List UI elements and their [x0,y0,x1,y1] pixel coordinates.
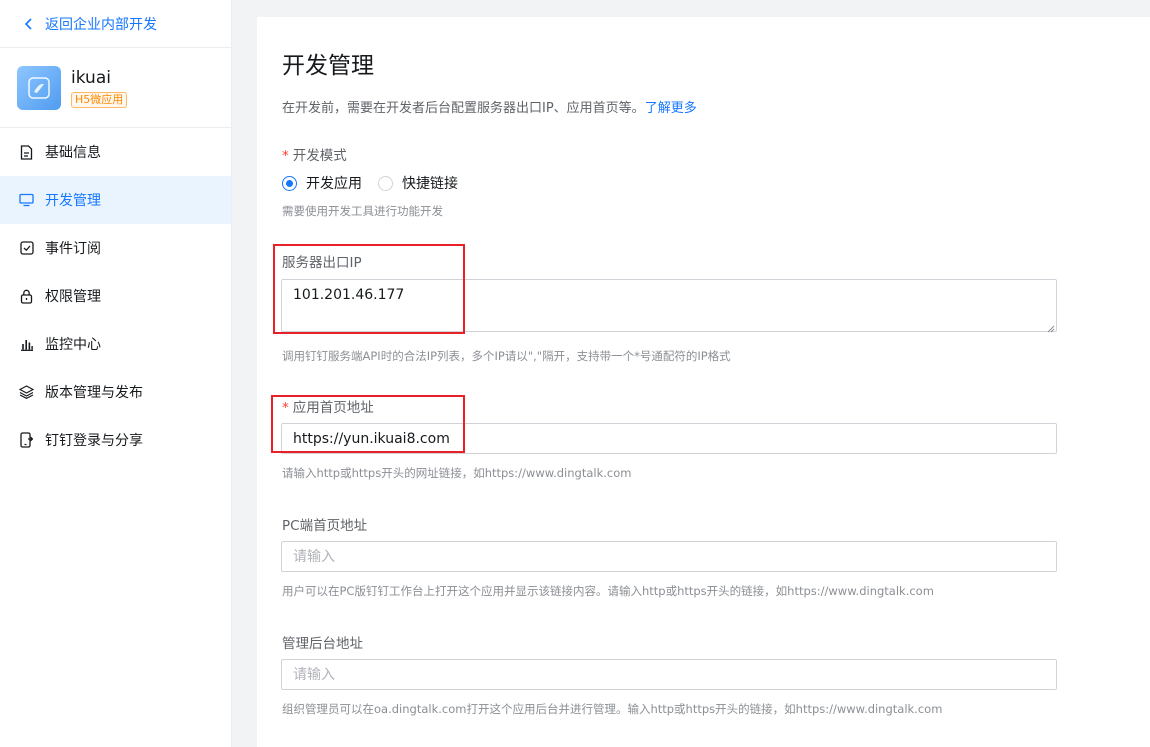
back-link[interactable]: 返回企业内部开发 [0,0,231,48]
monitor-icon [19,193,34,208]
lock-icon [19,289,34,304]
resize-grip-icon[interactable] [1046,321,1055,333]
layers-icon [19,385,34,400]
chevron-left-icon [22,17,36,31]
sidebar-item-label: 版本管理与发布 [45,385,143,401]
admin-url-label: 管理后台地址 [282,636,363,652]
dev-mode-label: * 开发模式 [282,144,347,164]
radio-quick-link[interactable]: 快捷链接 [378,173,458,193]
radio-label: 开发应用 [306,176,362,192]
sidebar-item-permissions[interactable]: 权限管理 [0,272,231,320]
check-square-icon [19,241,34,256]
radio-label: 快捷链接 [402,176,458,192]
page-description: 在开发前，需要在开发者后台配置服务器出口IP、应用首页等。了解更多 [282,97,697,116]
server-ip-value: 101.201.46.177 [293,287,405,303]
bar-chart-icon [19,337,34,352]
document-icon [19,144,34,160]
app-logo [17,65,61,110]
app-card: ikuai H5微应用 [0,48,231,128]
main-panel: 开发管理 在开发前，需要在开发者后台配置服务器出口IP、应用首页等。了解更多 *… [257,17,1150,747]
sidebar-item-label: 权限管理 [45,289,101,305]
page-description-text: 在开发前，需要在开发者后台配置服务器出口IP、应用首页等。 [282,101,645,116]
back-link-label: 返回企业内部开发 [45,16,157,33]
phone-share-icon [19,432,34,448]
dev-mode-radio-group: 开发应用 快捷链接 [282,173,474,193]
sidebar-item-label: 开发管理 [45,193,101,209]
home-url-label: * 应用首页地址 [282,396,374,416]
radio-unchecked-icon [378,175,393,191]
sidebar-item-dev-management[interactable]: 开发管理 [0,176,231,224]
app-type-badge: H5微应用 [71,91,128,108]
sidebar-item-label: 钉钉登录与分享 [45,433,143,449]
home-url-hint: 请输入http或https开头的网址链接，如https://www.dingta… [282,466,632,480]
sidebar-item-event-subscription[interactable]: 事件订阅 [0,224,231,272]
server-ip-textarea[interactable]: 101.201.46.177 [281,279,1057,333]
dev-mode-label-text: 开发模式 [292,148,347,164]
server-ip-label: 服务器出口IP [282,255,362,271]
sidebar-item-monitoring[interactable]: 监控中心 [0,320,231,368]
learn-more-link[interactable]: 了解更多 [645,101,697,116]
admin-url-hint: 组织管理员可以在oa.dingtalk.com打开这个应用后台并进行管理。输入h… [282,702,943,716]
sidebar-item-basic-info[interactable]: 基础信息 [0,128,231,176]
sidebar-item-label: 基础信息 [45,145,101,161]
required-mark: * [282,148,289,164]
app-name: ikuai [71,67,111,88]
pc-url-input[interactable] [281,541,1057,572]
required-mark: * [282,400,289,416]
dev-mode-hint: 需要使用开发工具进行功能开发 [282,204,443,218]
home-url-label-text: 应用首页地址 [292,400,374,416]
pc-url-label: PC端首页地址 [282,518,368,534]
sidebar-item-login-share[interactable]: 钉钉登录与分享 [0,416,231,464]
sidebar-item-label: 事件订阅 [45,241,101,257]
sidebar: 返回企业内部开发 ikuai H5微应用 基础信息 开发管理 事件订阅 权限管理… [0,0,232,747]
admin-url-input[interactable] [281,659,1057,690]
page-title: 开发管理 [282,53,374,79]
radio-dev-app[interactable]: 开发应用 [282,173,362,193]
radio-checked-icon [282,175,297,191]
server-ip-hint: 调用钉钉服务端API时的合法IP列表，多个IP请以","隔开，支持带一个*号通配… [282,349,731,363]
sidebar-item-version-release[interactable]: 版本管理与发布 [0,368,231,416]
pc-url-hint: 用户可以在PC版钉钉工作台上打开这个应用并显示该链接内容。请输入http或htt… [282,584,934,598]
sidebar-item-label: 监控中心 [45,337,101,353]
home-url-input[interactable] [281,423,1057,454]
